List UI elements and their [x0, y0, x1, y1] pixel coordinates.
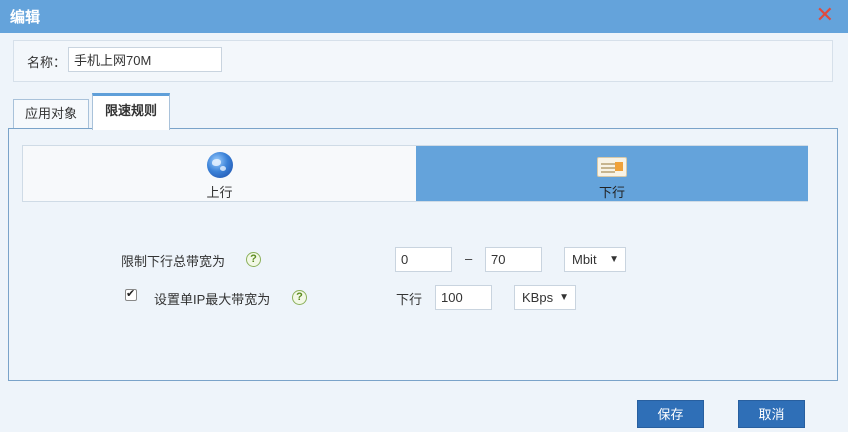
- per-ip-help-icon[interactable]: ?: [292, 290, 307, 305]
- direction-downstream-label: 下行: [598, 185, 625, 200]
- name-panel: 名称：: [13, 40, 833, 82]
- per-ip-unit-value: KBps: [522, 290, 554, 305]
- save-button[interactable]: 保存: [637, 400, 704, 428]
- close-icon[interactable]: ✕: [816, 4, 834, 26]
- per-ip-bandwidth-input[interactable]: [435, 285, 492, 310]
- per-ip-unit-select[interactable]: KBps ▼: [514, 285, 576, 310]
- per-ip-checkbox[interactable]: [125, 287, 137, 301]
- dialog-titlebar: 编辑 ✕: [0, 0, 848, 33]
- tab-apply-object[interactable]: 应用对象: [13, 99, 89, 129]
- range-separator: –: [465, 251, 473, 266]
- name-label: 名称：: [27, 55, 67, 70]
- total-bandwidth-max-input[interactable]: [485, 247, 542, 272]
- rules-panel: 上行 下行 限制下行总带宽为 ? – Mbit ▼ 设置单IP最大带宽为 ? 下…: [8, 128, 838, 381]
- total-bandwidth-label: 限制下行总带宽为: [121, 254, 226, 269]
- globe-icon: [207, 152, 233, 178]
- direction-selector: 上行 下行: [22, 145, 808, 202]
- card-icon: [597, 157, 627, 177]
- chevron-down-icon: ▼: [559, 292, 569, 303]
- total-bandwidth-unit-select[interactable]: Mbit ▼: [564, 247, 626, 272]
- direction-upstream-label: 上行: [206, 185, 233, 200]
- cancel-button[interactable]: 取消: [738, 400, 805, 428]
- chevron-down-icon: ▼: [609, 254, 619, 265]
- direction-upstream-button[interactable]: 上行: [23, 146, 416, 201]
- direction-downstream-button[interactable]: 下行: [416, 146, 808, 201]
- per-ip-direction-label: 下行: [396, 292, 423, 307]
- total-bandwidth-help-icon[interactable]: ?: [246, 252, 261, 267]
- per-ip-label: 设置单IP最大带宽为: [154, 292, 271, 307]
- total-bandwidth-min-input[interactable]: [395, 247, 452, 272]
- total-bandwidth-unit-value: Mbit: [572, 252, 597, 267]
- name-input[interactable]: [68, 47, 222, 72]
- tab-speed-limit-rules[interactable]: 限速规则: [92, 93, 170, 130]
- dialog-title: 编辑: [10, 9, 41, 26]
